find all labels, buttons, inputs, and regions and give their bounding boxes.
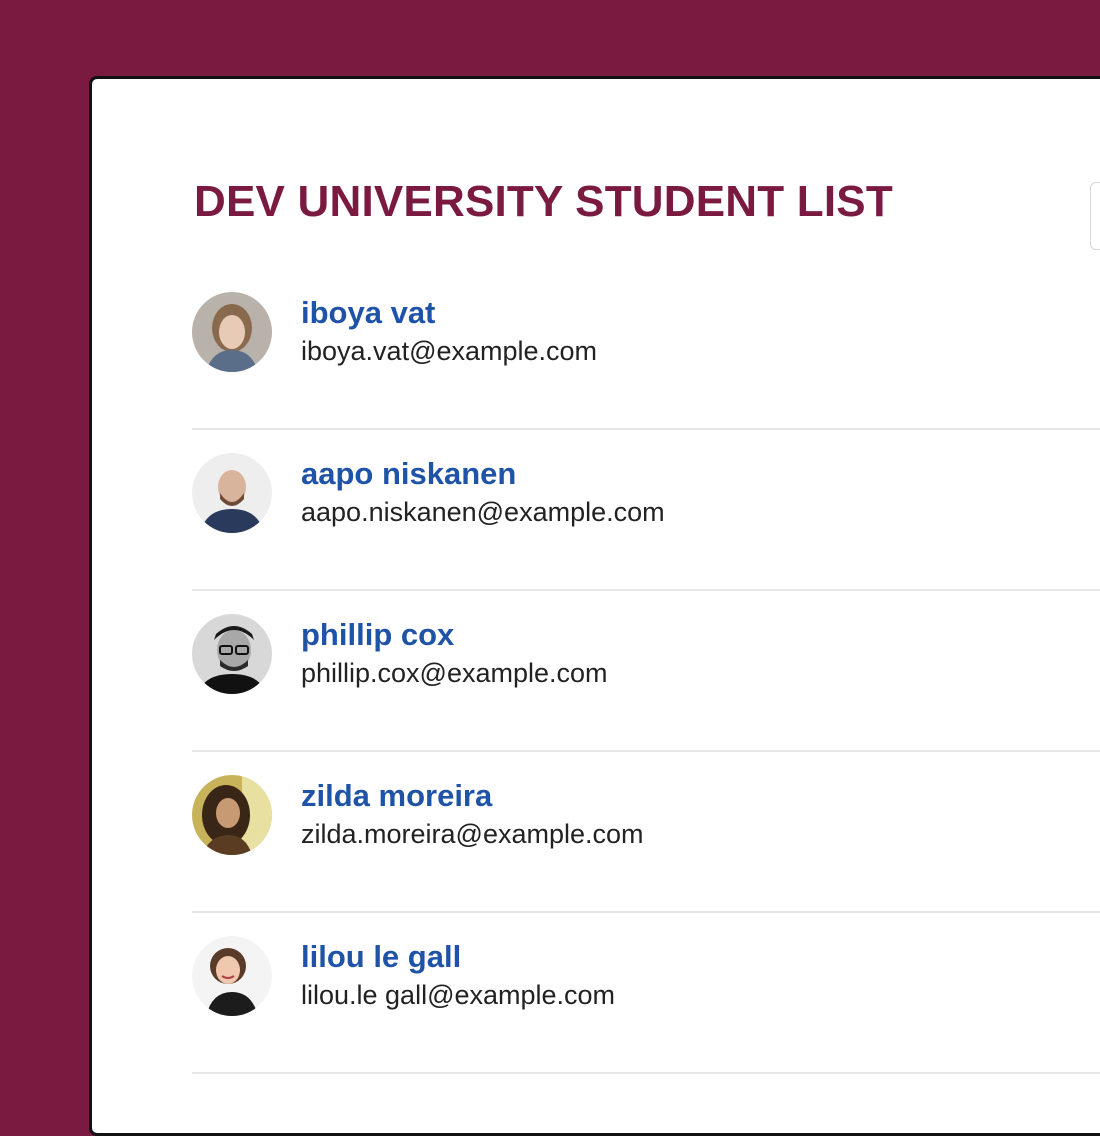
student-email: iboya.vat@example.com (301, 336, 598, 366)
student-email: phillip.cox@example.com (301, 658, 608, 688)
student-avatar (192, 936, 272, 1016)
student-email: lilou.le gall@example.com (301, 980, 616, 1010)
student-name-link[interactable]: phillip cox (301, 617, 454, 653)
student-avatar (192, 453, 272, 533)
student-row: aapo niskanen aapo.niskanen@example.com (192, 430, 1100, 591)
student-list: iboya vat iboya.vat@example.com aapo nis… (192, 269, 1100, 1074)
student-email: zilda.moreira@example.com (301, 819, 644, 849)
student-row: iboya vat iboya.vat@example.com (192, 269, 1100, 430)
student-avatar (192, 292, 272, 372)
student-name-link[interactable]: aapo niskanen (301, 456, 516, 492)
student-avatar (192, 614, 272, 694)
student-list-card: DEV UNIVERSITY STUDENT LIST iboya vat ib… (89, 76, 1100, 1136)
student-name-link[interactable]: zilda moreira (301, 778, 492, 814)
student-row: zilda moreira zilda.moreira@example.com (192, 752, 1100, 913)
student-avatar (192, 775, 272, 855)
student-name-link[interactable]: iboya vat (301, 295, 435, 331)
search-box-partial[interactable] (1090, 182, 1100, 250)
student-row: lilou le gall lilou.le gall@example.com (192, 913, 1100, 1074)
student-row: phillip cox phillip.cox@example.com (192, 591, 1100, 752)
student-name-link[interactable]: lilou le gall (301, 939, 461, 975)
student-email: aapo.niskanen@example.com (301, 497, 665, 527)
page-title: DEV UNIVERSITY STUDENT LIST (194, 177, 893, 226)
